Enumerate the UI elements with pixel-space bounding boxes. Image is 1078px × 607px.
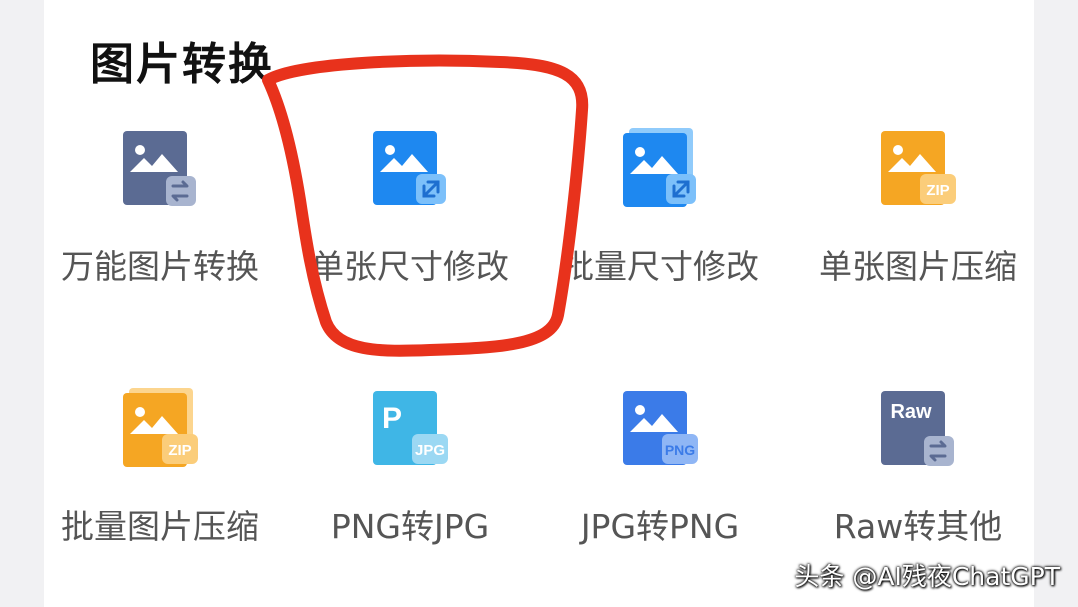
svg-text:Raw: Raw	[890, 401, 932, 423]
tool-png-to-jpg[interactable]: P JPG PNG转JPG	[285, 388, 535, 588]
svg-text:ZIP: ZIP	[926, 182, 949, 199]
tool-universal-image-convert[interactable]: 万能图片转换	[35, 128, 285, 328]
tool-batch-compress[interactable]: ZIP 批量图片压缩	[35, 388, 285, 588]
tool-single-resize[interactable]: 单张尺寸修改	[285, 128, 535, 328]
image-convert-icon	[123, 131, 196, 206]
watermark: 头条 @AI残夜ChatGPT	[794, 562, 1060, 591]
tool-label: 万能图片转换	[61, 247, 259, 286]
tool-label: Raw转其他	[833, 507, 1003, 546]
svg-text:P: P	[382, 402, 402, 435]
image-zip-icon: ZIP	[881, 131, 956, 205]
tool-label: 批量尺寸修改	[561, 247, 759, 286]
tool-label: 单张图片压缩	[819, 247, 1017, 286]
section-title: 图片转换	[90, 39, 274, 90]
raw-convert-icon: Raw	[881, 391, 954, 466]
tool-jpg-to-png[interactable]: PNG JPG转PNG	[535, 388, 785, 588]
batch-image-zip-icon: ZIP	[123, 388, 198, 467]
tool-label: 单张尺寸修改	[311, 247, 509, 286]
svg-text:PNG: PNG	[665, 442, 695, 458]
tool-label: PNG转JPG	[330, 507, 490, 546]
svg-text:JPG: JPG	[415, 442, 445, 459]
png-to-jpg-icon: P JPG	[373, 391, 448, 465]
svg-text:ZIP: ZIP	[168, 442, 191, 459]
tool-batch-resize[interactable]: 批量尺寸修改	[535, 128, 785, 328]
batch-image-resize-icon	[623, 128, 696, 207]
tool-label: JPG转PNG	[580, 507, 740, 546]
tool-label: 批量图片压缩	[61, 507, 259, 546]
image-resize-icon	[373, 131, 446, 205]
jpg-to-png-icon: PNG	[623, 391, 698, 465]
tool-single-compress[interactable]: ZIP 单张图片压缩	[793, 128, 1043, 328]
